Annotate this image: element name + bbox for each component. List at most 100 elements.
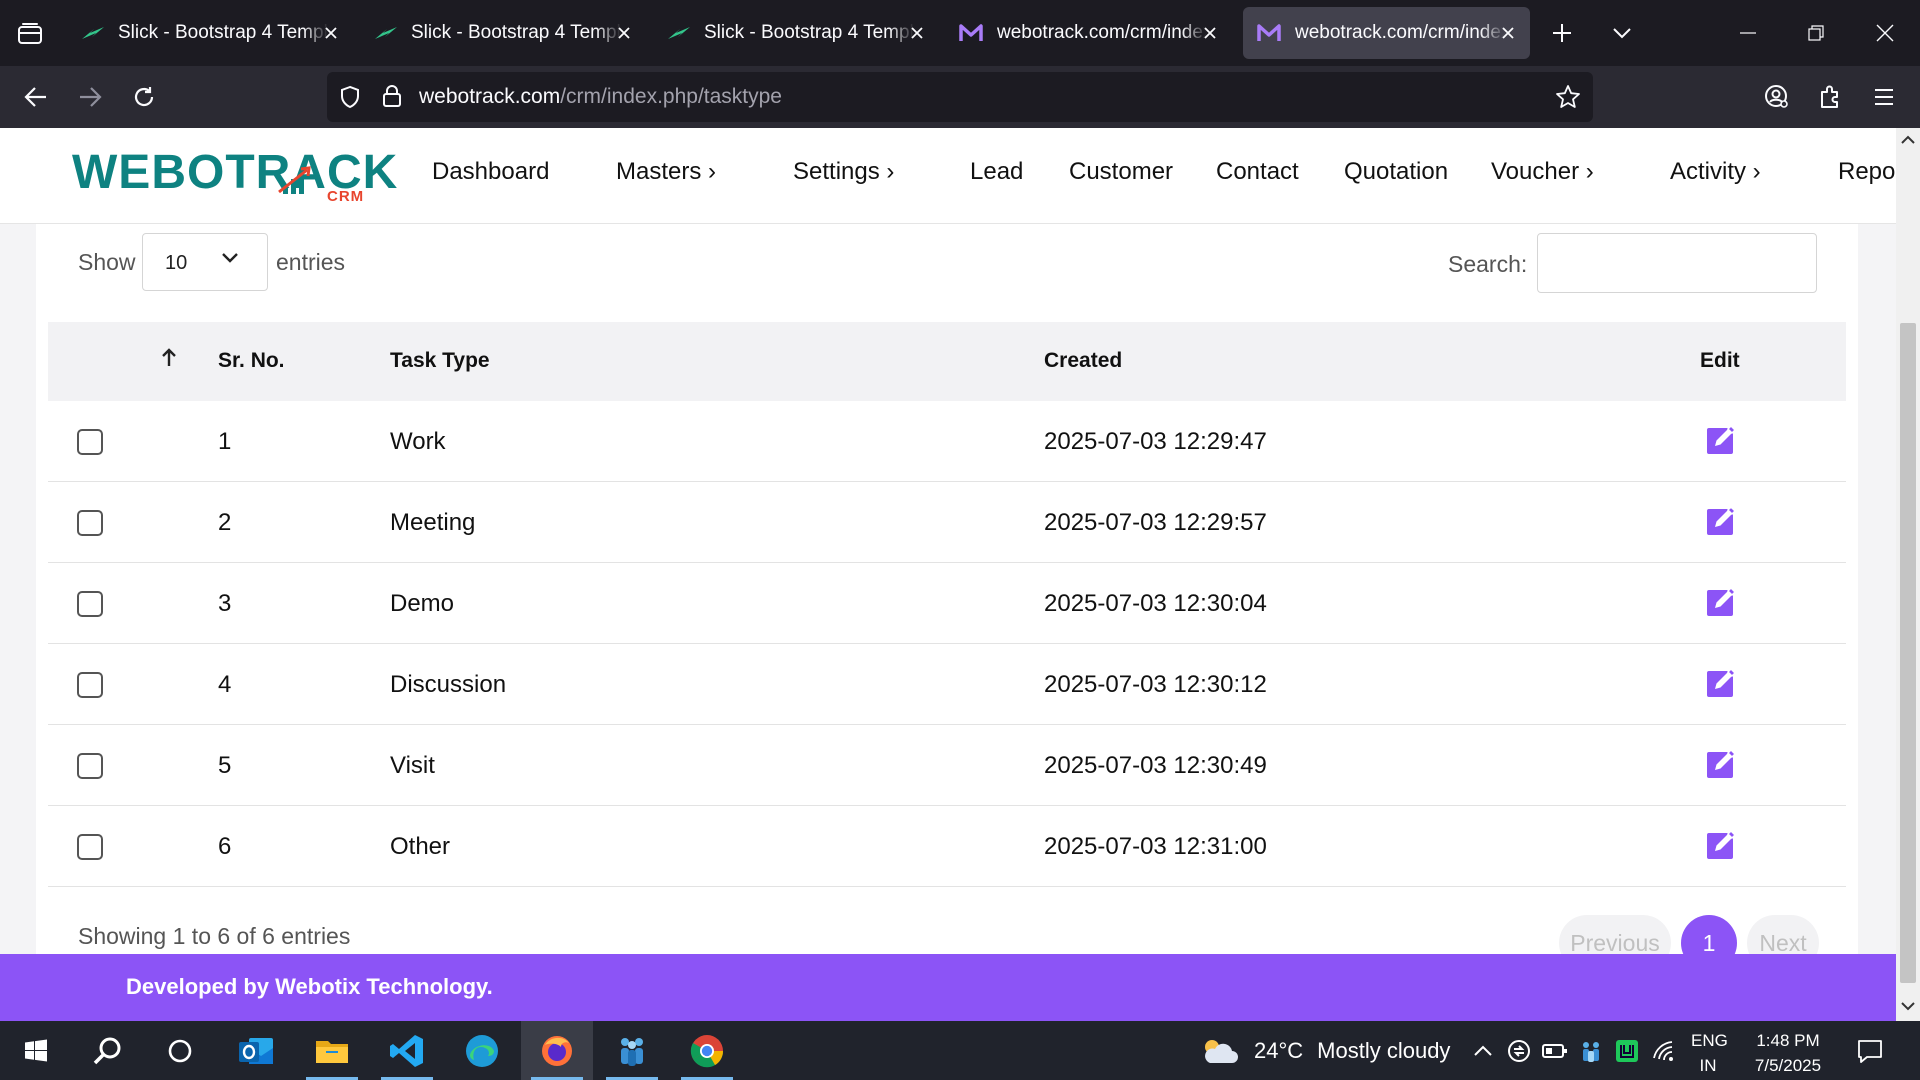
browser-tab[interactable]: Slick - Bootstrap 4 Template (652, 7, 939, 59)
column-header-created[interactable]: Created (1044, 349, 1122, 373)
tab-list-icon[interactable] (14, 18, 46, 50)
show-label: Show (78, 249, 136, 275)
page-scrollbar[interactable] (1896, 128, 1920, 1021)
battery-icon[interactable] (1542, 1038, 1568, 1064)
search-input[interactable] (1537, 233, 1817, 293)
close-icon[interactable] (905, 21, 929, 45)
restore-icon[interactable] (1786, 10, 1846, 56)
tab-title: Slick - Bootstrap 4 Template (118, 22, 328, 43)
logo[interactable]: WEBOTRACK CRM (72, 146, 397, 208)
wifi-icon[interactable] (1651, 1038, 1677, 1064)
start-icon[interactable] (0, 1021, 72, 1080)
page-size-select[interactable]: 10 (142, 233, 268, 291)
extensions-icon[interactable] (1812, 79, 1848, 115)
vscode-icon[interactable] (371, 1021, 443, 1080)
url-text[interactable]: webotrack.com/crm/index.php/tasktype (419, 85, 782, 109)
menu-settings[interactable]: Settings › (793, 158, 894, 186)
close-icon[interactable] (1198, 21, 1222, 45)
lock-icon[interactable] (382, 84, 402, 108)
webotrack-icon (1257, 22, 1283, 44)
menu-customer[interactable]: Customer (1069, 158, 1173, 186)
cell-sr-no: 2 (218, 509, 232, 536)
clock-date: 7/5/2025 (1754, 1056, 1822, 1075)
scroll-up-icon[interactable] (1900, 132, 1916, 148)
shield-icon[interactable] (339, 85, 361, 109)
language-indicator[interactable]: ENG IN (1691, 1028, 1728, 1078)
browser-tab-bar: Slick - Bootstrap 4 Template Slick - Boo… (0, 0, 1920, 66)
app-tray-icon[interactable] (1614, 1038, 1640, 1064)
menu-voucher[interactable]: Voucher › (1491, 158, 1594, 186)
close-icon[interactable] (319, 21, 343, 45)
browser-tab[interactable]: Slick - Bootstrap 4 Template (66, 7, 353, 59)
url-bar[interactable]: webotrack.com/crm/index.php/tasktype (327, 72, 1593, 122)
edit-icon[interactable] (1706, 585, 1738, 617)
chevron-down-icon[interactable] (1606, 17, 1638, 49)
chevron-up-icon[interactable] (1470, 1038, 1496, 1064)
edit-icon[interactable] (1706, 423, 1738, 455)
slick-icon (666, 22, 692, 44)
edge-icon[interactable] (446, 1021, 518, 1080)
scroll-thumb[interactable] (1900, 323, 1916, 983)
minimize-icon[interactable] (1718, 10, 1778, 56)
outlook-icon[interactable] (220, 1021, 292, 1080)
row-checkbox[interactable] (77, 510, 103, 536)
browser-tab-active[interactable]: webotrack.com/crm/index.php (1243, 7, 1530, 59)
sort-arrow-up-icon[interactable] (160, 348, 178, 368)
row-checkbox[interactable] (77, 672, 103, 698)
sync-icon[interactable] (1506, 1038, 1532, 1064)
back-icon[interactable] (18, 79, 54, 115)
weather-widget[interactable]: 24°C Mostly cloudy (1200, 1021, 1450, 1080)
forward-icon[interactable] (72, 79, 108, 115)
browser-tab[interactable]: Slick - Bootstrap 4 Template (359, 7, 646, 59)
new-tab-icon[interactable] (1546, 17, 1578, 49)
teams-icon[interactable] (596, 1021, 668, 1080)
menu-masters[interactable]: Masters › (616, 158, 716, 186)
row-checkbox[interactable] (77, 834, 103, 860)
row-checkbox[interactable] (77, 753, 103, 779)
entries-label: entries (276, 249, 346, 275)
edit-icon[interactable] (1706, 504, 1738, 536)
scroll-down-icon[interactable] (1900, 998, 1916, 1014)
close-icon[interactable] (612, 21, 636, 45)
teams-tray-icon[interactable] (1578, 1038, 1604, 1064)
column-header-task-type[interactable]: Task Type (390, 349, 490, 373)
chrome-icon[interactable] (671, 1021, 743, 1080)
menu-dashboard[interactable]: Dashboard (432, 158, 549, 186)
bookmark-star-icon[interactable] (1555, 84, 1581, 110)
edit-icon[interactable] (1706, 666, 1738, 698)
task-type-card: Show 10 entries Search: Sr. No. Task Typ… (36, 223, 1858, 1021)
column-header-sr-no[interactable]: Sr. No. (218, 349, 285, 373)
notification-icon[interactable] (1857, 1038, 1883, 1064)
lang-primary: ENG (1691, 1031, 1728, 1050)
cell-created: 2025-07-03 12:29:57 (1044, 509, 1267, 536)
table-header: Sr. No. Task Type Created Edit (48, 322, 1846, 401)
browser-nav-bar: webotrack.com/crm/index.php/tasktype (0, 66, 1920, 128)
menu-quotation[interactable]: Quotation (1344, 158, 1448, 186)
menu-reports[interactable]: Repo (1838, 158, 1895, 186)
edit-icon[interactable] (1706, 747, 1738, 779)
menu-icon[interactable] (1866, 79, 1902, 115)
table-row: 6 Other 2025-07-03 12:31:00 (48, 806, 1846, 887)
menu-contact[interactable]: Contact (1216, 158, 1299, 186)
tab-title: Slick - Bootstrap 4 Template (411, 22, 621, 43)
table-row: 2 Meeting 2025-07-03 12:29:57 (48, 482, 1846, 563)
close-icon[interactable] (1496, 21, 1520, 45)
browser-tab[interactable]: webotrack.com/crm/index.php (945, 7, 1232, 59)
webotrack-icon (959, 22, 985, 44)
file-explorer-icon[interactable] (296, 1021, 368, 1080)
menu-activity[interactable]: Activity › (1670, 158, 1761, 186)
clock-time: 1:48 PM (1756, 1031, 1820, 1050)
clock[interactable]: 1:48 PM 7/5/2025 (1746, 1028, 1830, 1078)
reload-icon[interactable] (126, 79, 162, 115)
window-close-icon[interactable] (1855, 10, 1915, 56)
account-icon[interactable] (1759, 79, 1795, 115)
cell-created: 2025-07-03 12:30:49 (1044, 752, 1267, 779)
cortana-icon[interactable] (144, 1021, 216, 1080)
slick-icon (80, 22, 106, 44)
firefox-icon[interactable] (521, 1021, 593, 1080)
row-checkbox[interactable] (77, 429, 103, 455)
edit-icon[interactable] (1706, 828, 1738, 860)
menu-lead[interactable]: Lead (970, 158, 1023, 186)
row-checkbox[interactable] (77, 591, 103, 617)
search-icon[interactable] (72, 1021, 144, 1080)
